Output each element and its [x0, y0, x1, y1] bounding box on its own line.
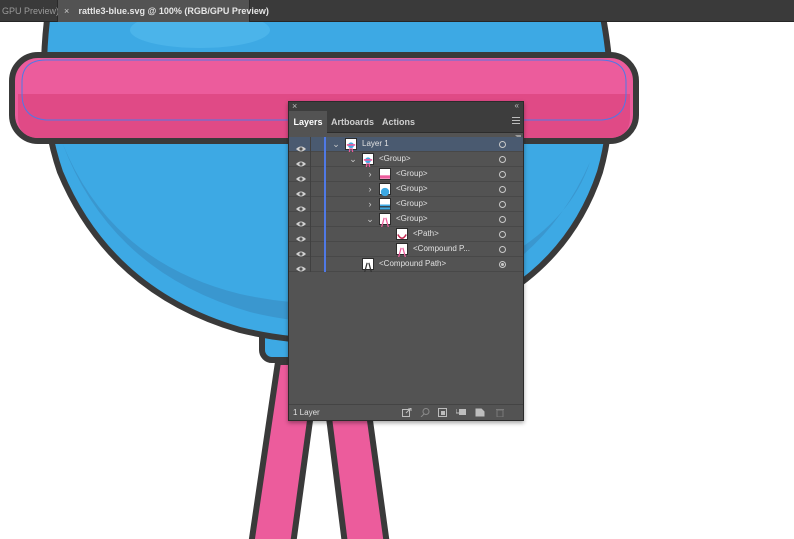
handle-icon: [379, 213, 391, 228]
chevron-down-icon[interactable]: ⌄: [332, 139, 340, 150]
document-tab-previous[interactable]: GPU Preview): [0, 0, 59, 22]
lock-column[interactable]: [310, 242, 311, 257]
target-circle-icon[interactable]: [499, 186, 506, 193]
visibility-eye-icon[interactable]: [296, 185, 306, 197]
layer-color-bar: [324, 227, 326, 242]
stripe-icon: [379, 198, 391, 210]
lock-column[interactable]: [310, 167, 311, 182]
collapse-panel-icon[interactable]: «: [515, 101, 519, 110]
layer-color-bar: [324, 242, 326, 257]
rattle-icon: [362, 153, 374, 168]
layer-row[interactable]: ⌄ Layer 1: [289, 137, 523, 153]
document-tab-title: rattle3-blue.svg @ 100% (RGB/GPU Preview…: [78, 6, 269, 16]
band-icon: [379, 168, 391, 180]
visibility-eye-icon[interactable]: [296, 230, 306, 242]
handle-outline-icon: [362, 258, 374, 273]
layer-row[interactable]: ⌄ <Group>: [289, 152, 523, 168]
layer-label[interactable]: Layer 1: [362, 139, 389, 148]
layer-label[interactable]: <Group>: [379, 154, 411, 163]
document-tab-active[interactable]: × rattle3-blue.svg @ 100% (RGB/GPU Previ…: [58, 0, 269, 22]
panel-tabs: Layers Artboards Actions: [289, 111, 523, 134]
export-icon[interactable]: [402, 408, 412, 417]
chevron-right-icon[interactable]: ›: [366, 199, 374, 209]
lock-column[interactable]: [310, 257, 311, 272]
panel-title-bar[interactable]: × «: [289, 101, 523, 111]
layer-row[interactable]: <Compound P...: [289, 242, 523, 258]
lock-column[interactable]: [310, 212, 311, 227]
layer-label[interactable]: <Compound P...: [413, 244, 470, 253]
layer-row[interactable]: › <Group>: [289, 197, 523, 212]
layer-label[interactable]: <Compound Path>: [379, 259, 446, 268]
target-circle-icon[interactable]: [499, 246, 506, 253]
layer-label[interactable]: <Group>: [396, 214, 428, 223]
layer-color-bar: [324, 197, 326, 212]
layer-count: 1 Layer: [293, 408, 320, 417]
layer-color-bar: [324, 152, 326, 167]
target-circle-icon[interactable]: [499, 171, 506, 178]
new-sublayer-icon[interactable]: [456, 408, 466, 417]
lock-column[interactable]: [310, 137, 311, 152]
document-tab-bar: GPU Preview) × rattle3-blue.svg @ 100% (…: [0, 0, 794, 22]
new-layer-icon[interactable]: [475, 408, 485, 417]
layer-color-bar: [324, 182, 326, 197]
close-panel-icon[interactable]: ×: [292, 101, 297, 111]
close-tab-icon[interactable]: ×: [64, 0, 76, 22]
layer-color-bar: [324, 257, 326, 272]
path-icon: [396, 228, 408, 240]
visibility-eye-icon[interactable]: [296, 245, 306, 257]
layer-label[interactable]: <Group>: [396, 169, 428, 178]
layer-row[interactable]: <Compound Path>: [289, 257, 523, 273]
chevron-down-icon[interactable]: ⌄: [366, 214, 374, 225]
visibility-eye-icon[interactable]: [296, 215, 306, 227]
target-circle-icon[interactable]: [499, 261, 506, 268]
locate-object-icon[interactable]: [420, 408, 430, 417]
visibility-eye-icon[interactable]: [296, 260, 306, 272]
layer-row[interactable]: › <Group>: [289, 182, 523, 197]
visibility-eye-icon[interactable]: [296, 170, 306, 182]
layer-color-bar: [324, 137, 326, 152]
lock-column[interactable]: [310, 182, 311, 197]
visibility-eye-icon[interactable]: [296, 200, 306, 212]
layer-label[interactable]: <Group>: [396, 184, 428, 193]
target-circle-icon[interactable]: [499, 156, 506, 163]
tab-layers[interactable]: Layers: [289, 111, 327, 134]
chevron-right-icon[interactable]: ›: [366, 184, 374, 194]
lock-column[interactable]: [310, 197, 311, 212]
chevron-down-icon[interactable]: ⌄: [349, 154, 357, 165]
panel-footer: 1 Layer: [289, 404, 523, 420]
panel-menu-icon[interactable]: [512, 117, 520, 125]
target-circle-icon[interactable]: [499, 141, 506, 148]
delete-icon[interactable]: [495, 408, 505, 417]
tab-artboards[interactable]: Artboards: [331, 111, 374, 133]
tab-actions[interactable]: Actions: [382, 111, 415, 133]
handle-icon: [396, 243, 408, 258]
ball-icon: [379, 183, 391, 197]
make-clipping-mask-icon[interactable]: [438, 408, 448, 417]
target-circle-icon[interactable]: [499, 231, 506, 238]
layer-color-bar: [324, 212, 326, 227]
rattle-icon: [345, 138, 357, 153]
layer-list: ⌄ Layer 1 ⌄ <Group> › <Group> › <Group> › <Group>…: [289, 137, 523, 273]
layer-row[interactable]: ⌄ <Group>: [289, 212, 523, 228]
layer-row[interactable]: › <Group>: [289, 167, 523, 182]
layer-row[interactable]: <Path>: [289, 227, 523, 242]
target-circle-icon[interactable]: [499, 201, 506, 208]
layer-label[interactable]: <Path>: [413, 229, 439, 238]
visibility-eye-icon[interactable]: [296, 155, 306, 167]
layers-panel: × « Layers Artboards Actions ⌄ Layer 1 ⌄ <G…: [288, 101, 524, 421]
lock-column[interactable]: [310, 227, 311, 242]
lock-column[interactable]: [310, 152, 311, 167]
visibility-eye-icon[interactable]: [296, 140, 306, 152]
chevron-right-icon[interactable]: ›: [366, 169, 374, 179]
layer-label[interactable]: <Group>: [396, 199, 428, 208]
layer-color-bar: [324, 167, 326, 182]
target-circle-icon[interactable]: [499, 216, 506, 223]
